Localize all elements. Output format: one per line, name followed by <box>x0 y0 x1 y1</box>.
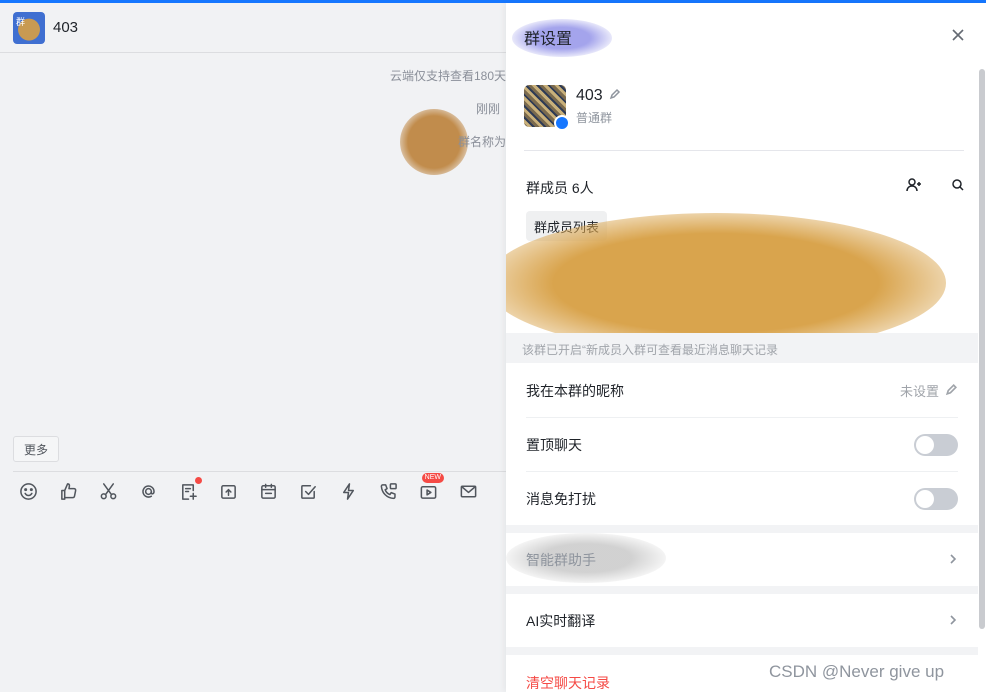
group-settings-panel: 群设置 403 普通群 群成员 6人 群成员列表 该群已开启“新成员入群可查看最… <box>506 3 986 692</box>
watermark: CSDN @Never give up <box>769 662 945 681</box>
chat-avatar-text: 群 <box>16 16 26 27</box>
edit-icon[interactable] <box>609 87 621 105</box>
more-button[interactable]: 更多 <box>13 436 59 462</box>
calendar-icon[interactable] <box>258 481 278 501</box>
pin-chat-label: 置顶聊天 <box>526 436 582 453</box>
members-section-header: 群成员 6人 <box>526 177 966 198</box>
search-member-icon[interactable] <box>950 177 966 198</box>
history-visibility-notice: 该群已开启“新成员入群可查看最近消息聊天记录 <box>522 343 778 357</box>
chevron-right-icon <box>948 612 958 630</box>
translate-row[interactable]: AI实时翻译 <box>526 594 958 648</box>
settings-title: 群设置 <box>524 31 573 48</box>
new-badge: NEW <box>421 473 444 483</box>
assistant-label: 智能群助手 <box>526 552 596 568</box>
composer-divider <box>13 471 506 472</box>
close-icon[interactable] <box>950 27 966 43</box>
scissors-icon[interactable] <box>98 481 118 501</box>
system-message-group-name: 群名称为 <box>457 135 506 149</box>
nickname-label: 我在本群的昵称 <box>526 382 624 399</box>
blurred-redaction <box>506 213 946 353</box>
mute-row: 消息免打扰 <box>526 472 958 526</box>
pin-chat-row: 置顶聊天 <box>526 418 958 472</box>
translate-label: AI实时翻译 <box>526 613 596 629</box>
edit-icon[interactable] <box>945 383 958 399</box>
emoji-icon[interactable] <box>18 481 38 501</box>
section-gap <box>506 525 978 533</box>
chat-avatar[interactable]: 群 <box>13 11 45 44</box>
section-gap <box>506 586 978 594</box>
upload-folder-icon[interactable] <box>218 481 238 501</box>
nickname-row[interactable]: 我在本群的昵称 未设置 <box>526 364 958 418</box>
scrollbar[interactable] <box>979 69 985 629</box>
group-type: 普通群 <box>576 110 613 125</box>
system-message-history-limit: 云端仅支持查看180天 <box>389 69 506 83</box>
verified-icon <box>554 115 570 131</box>
add-member-icon[interactable] <box>906 177 922 198</box>
mute-label: 消息免打扰 <box>526 491 596 507</box>
nickname-value: 未设置 <box>899 384 939 399</box>
thumbs-up-icon[interactable] <box>58 481 78 501</box>
at-icon[interactable] <box>138 481 158 501</box>
task-check-icon[interactable] <box>298 481 318 501</box>
note-add-icon[interactable] <box>178 477 202 501</box>
chat-title: 403 <box>53 19 79 36</box>
group-avatar[interactable] <box>524 85 570 131</box>
composer-toolbar: NEW <box>18 473 478 501</box>
chat-header: 群 403 <box>0 3 506 53</box>
clear-history-button[interactable]: 清空聊天记录 <box>526 673 610 692</box>
section-gap <box>506 647 978 655</box>
chat-pane: 群 403 云端仅支持查看180天 刚刚 群名称为 更多 NEW <box>0 3 506 692</box>
notification-dot <box>195 477 202 484</box>
system-message-time: 刚刚 <box>475 102 500 116</box>
group-name: 403 <box>576 86 603 104</box>
pin-chat-toggle[interactable] <box>914 433 958 456</box>
phone-call-icon[interactable] <box>378 481 398 501</box>
mail-icon[interactable] <box>458 481 478 501</box>
mute-toggle[interactable] <box>914 488 958 510</box>
members-count-label: 群成员 6人 <box>526 179 594 196</box>
live-tv-icon[interactable]: NEW <box>418 473 444 501</box>
divider <box>524 150 964 151</box>
chevron-right-icon <box>948 551 958 569</box>
group-profile: 403 普通群 <box>524 85 621 131</box>
assistant-row[interactable]: 智能群助手 <box>526 533 958 587</box>
lightning-icon[interactable] <box>338 481 358 501</box>
